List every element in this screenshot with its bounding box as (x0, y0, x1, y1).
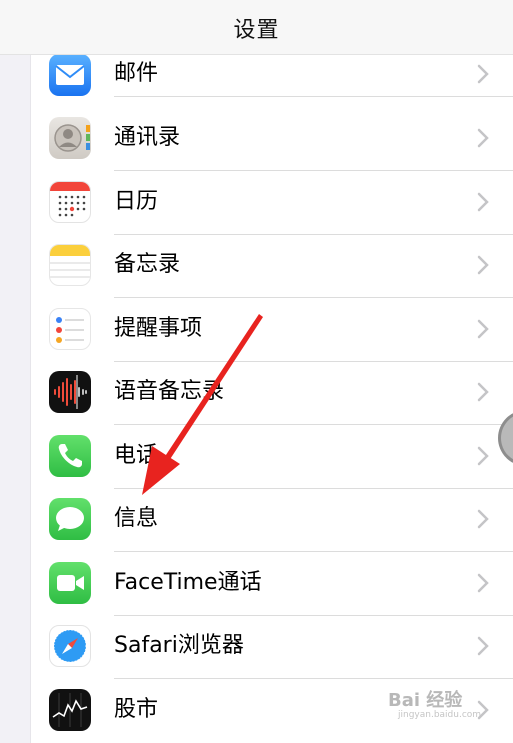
chevron-right-icon (477, 446, 489, 466)
reminders-icon (49, 308, 91, 350)
row-label: 邮件 (114, 61, 159, 86)
settings-row-facetime[interactable]: FaceTime通话 (30, 552, 513, 616)
chevron-right-icon (477, 192, 489, 212)
row-label: 语音备忘录 (114, 379, 225, 404)
notes-icon (49, 244, 91, 286)
row-label: 信息 (114, 506, 159, 531)
row-label: 股市 (114, 697, 159, 722)
row-label: 电话 (114, 443, 159, 468)
settings-row-phone[interactable]: 电话 (30, 425, 513, 489)
messages-icon (49, 498, 91, 540)
phone-icon (49, 435, 91, 477)
voice-memos-icon (49, 371, 91, 413)
chevron-right-icon (477, 573, 489, 593)
settings-row-notes[interactable]: 备忘录 (30, 234, 513, 298)
row-label: 日历 (114, 189, 159, 214)
chevron-right-icon (477, 382, 489, 402)
chevron-right-icon (477, 319, 489, 339)
settings-row-voice-memos[interactable]: 语音备忘录 (30, 361, 513, 425)
mail-icon (49, 54, 91, 96)
chevron-right-icon (477, 255, 489, 275)
settings-row-contacts[interactable]: 通讯录 (30, 107, 513, 171)
row-divider (114, 96, 513, 97)
chevron-right-icon (477, 64, 489, 84)
settings-row-calendar[interactable]: 日历 (30, 171, 513, 235)
stocks-icon (49, 689, 91, 731)
safari-icon (49, 625, 91, 667)
left-sidebar-strip (0, 0, 31, 743)
facetime-icon (49, 562, 91, 604)
page-title: 设置 (233, 18, 280, 43)
settings-row-safari[interactable]: Safari浏览器 (30, 615, 513, 679)
settings-row-messages[interactable]: 信息 (30, 488, 513, 552)
chevron-right-icon (477, 636, 489, 656)
nav-bar: 设置 (0, 0, 513, 55)
row-label: FaceTime通话 (114, 570, 262, 595)
row-label: Safari浏览器 (114, 633, 244, 658)
contacts-icon (49, 117, 91, 159)
row-label: 备忘录 (114, 252, 181, 277)
settings-row-reminders[interactable]: 提醒事项 (30, 298, 513, 362)
watermark-text: Bai 经验 (388, 690, 463, 711)
row-label: 提醒事项 (114, 316, 203, 341)
watermark-sub: jingyan.baidu.com (398, 710, 482, 720)
calendar-icon (49, 181, 91, 223)
watermark: Bai 经验 jingyan.baidu.com (388, 686, 481, 720)
chevron-right-icon (477, 509, 489, 529)
chevron-right-icon (477, 128, 489, 148)
row-label: 通讯录 (114, 125, 181, 150)
